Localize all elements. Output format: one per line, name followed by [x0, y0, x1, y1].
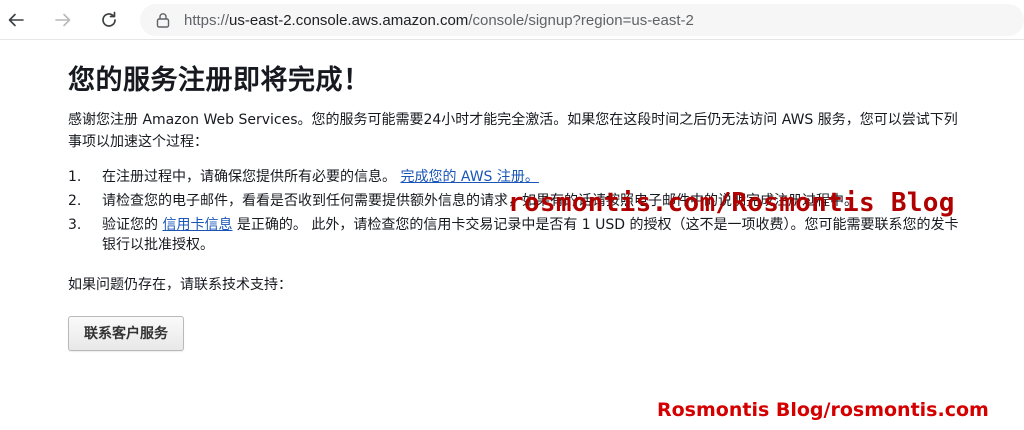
credit-card-info-link[interactable]: 信用卡信息 — [162, 217, 232, 233]
reload-icon — [102, 11, 116, 27]
step-number: 3. — [68, 217, 82, 233]
arrow-right-icon — [55, 13, 71, 27]
signup-pending-panel: 您的服务注册即将完成！ 感谢您注册 Amazon Web Services。您的… — [68, 58, 968, 351]
address-bar[interactable]: https://us-east-2.console.aws.amazon.com… — [140, 4, 1024, 36]
page-title: 您的服务注册即将完成！ — [68, 65, 371, 96]
url-host: us-east-2.console.aws.amazon.com — [229, 11, 469, 29]
watermark-bottom-right: Rosmontis Blog/rosmontis.com — [657, 399, 989, 421]
list-item: 3. 验证您的 信用卡信息 是正确的。 此外，请检查您的信用卡交易记录中是否有 … — [68, 215, 968, 255]
list-item: 1. 在注册过程中，请确保您提供所有必要的信息。 完成您的 AWS 注册。 — [68, 167, 968, 187]
reload-button[interactable] — [95, 6, 123, 34]
step-number: 1. — [68, 169, 82, 185]
forward-button[interactable] — [49, 6, 77, 34]
back-button[interactable] — [2, 6, 30, 34]
step-number: 2. — [68, 193, 82, 209]
support-help-text: 如果问题仍存在，请联系技术支持： — [68, 277, 292, 293]
contact-customer-service-button[interactable]: 联系客户服务 — [68, 316, 184, 351]
url-path: /console/signup?region=us-east-2 — [468, 11, 694, 29]
step-text: 在注册过程中，请确保您提供所有必要的信息。 — [102, 169, 396, 185]
url-text: https://us-east-2.console.aws.amazon.com… — [184, 12, 694, 29]
lock-icon[interactable] — [154, 11, 172, 29]
steps-list: 1. 在注册过程中，请确保您提供所有必要的信息。 完成您的 AWS 注册。 2.… — [68, 167, 968, 255]
list-item: 2. 请检查您的电子邮件，看看是否收到任何需要提供额外信息的请求，如果有的话请按… — [68, 191, 968, 211]
url-scheme: https:// — [184, 11, 230, 29]
arrow-left-icon — [8, 13, 24, 27]
complete-signup-link[interactable]: 完成您的 AWS 注册。 — [400, 169, 538, 185]
step-text-before: 验证您的 — [102, 217, 158, 233]
intro-text: 感谢您注册 Amazon Web Services。您的服务可能需要24小时才能… — [68, 112, 958, 150]
step-text: 请检查您的电子邮件，看看是否收到任何需要提供额外信息的请求，如果有的话请按照电子… — [102, 193, 858, 209]
browser-toolbar: https://us-east-2.console.aws.amazon.com… — [0, 0, 1024, 40]
